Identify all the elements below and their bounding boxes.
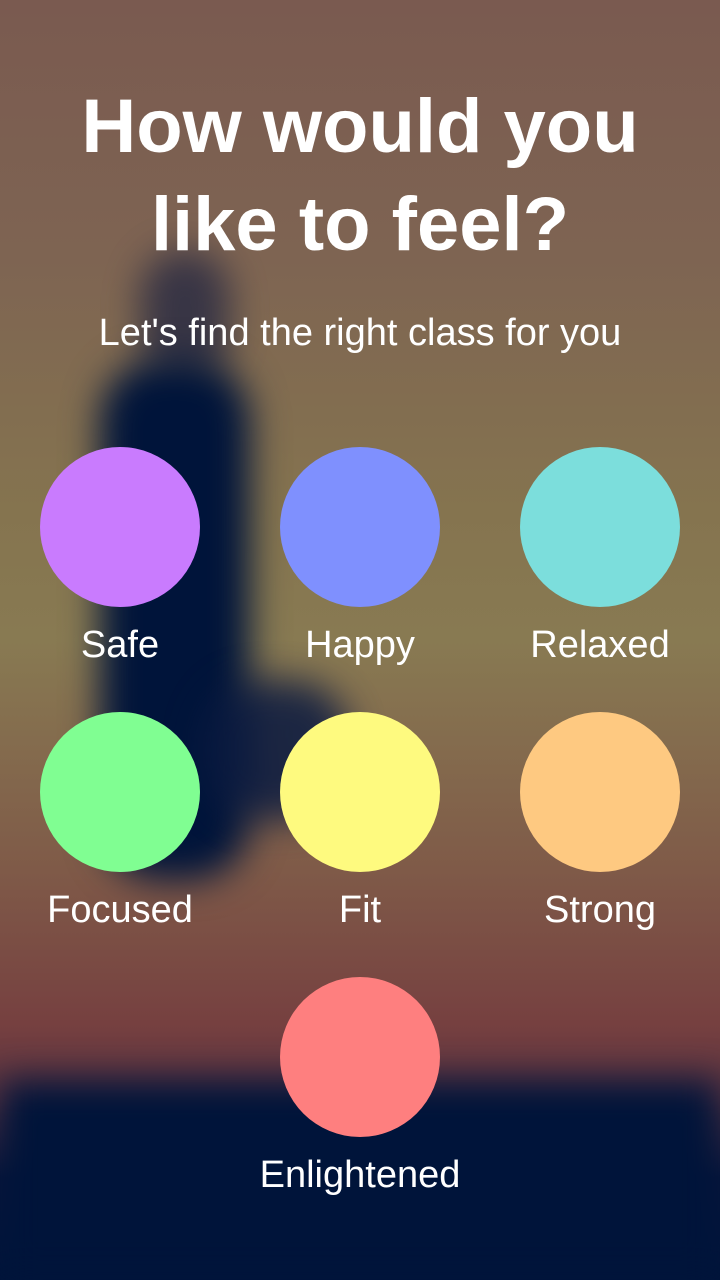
feeling-option-focused[interactable]: Focused: [0, 712, 240, 932]
feeling-circle[interactable]: [280, 447, 440, 607]
feeling-option-happy[interactable]: Happy: [240, 447, 480, 667]
feeling-label: Safe: [80, 624, 160, 666]
feeling-option-enlightened[interactable]: Enlightened: [240, 977, 480, 1197]
title-line-1: How would you: [81, 84, 639, 169]
feeling-option-relaxed[interactable]: Relaxed: [480, 447, 720, 667]
page-title: How would you like to feel?: [0, 78, 720, 274]
feeling-circle[interactable]: [40, 712, 200, 872]
feeling-label: Happy: [305, 624, 415, 666]
feeling-circle[interactable]: [520, 447, 680, 607]
feeling-circle[interactable]: [520, 712, 680, 872]
feeling-option-safe[interactable]: Safe: [0, 447, 240, 667]
feeling-option-strong[interactable]: Strong: [480, 712, 720, 932]
feeling-label: Enlightened: [259, 1154, 461, 1196]
feeling-label: Focused: [47, 889, 193, 931]
feeling-label: Strong: [544, 889, 656, 931]
feeling-label: Relaxed: [530, 624, 670, 666]
feeling-option-fit[interactable]: Fit: [240, 712, 480, 932]
title-line-2: like to feel?: [150, 182, 570, 267]
feeling-circle[interactable]: [280, 977, 440, 1137]
feeling-circle[interactable]: [280, 712, 440, 872]
feeling-label: Fit: [338, 889, 382, 931]
subtitle: Let's find the right class for you: [98, 312, 622, 354]
feeling-circle[interactable]: [40, 447, 200, 607]
